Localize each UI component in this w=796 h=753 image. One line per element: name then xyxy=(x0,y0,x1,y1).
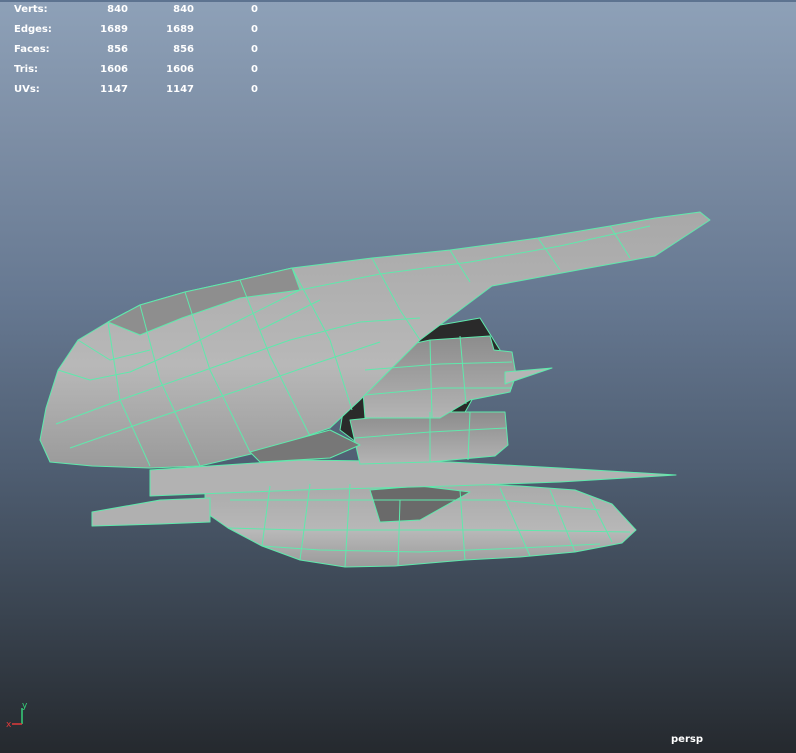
x-axis-label: x xyxy=(6,720,12,730)
axis-gizmo: y x xyxy=(6,701,28,730)
y-axis-label: y xyxy=(22,701,28,711)
mesh-tail-fin xyxy=(91,497,211,527)
wireframe-mesh[interactable] xyxy=(0,0,796,753)
perspective-viewport[interactable]: Verts: 840 840 0 Edges: 1689 1689 0 Face… xyxy=(0,0,796,753)
camera-name-label: persp xyxy=(671,734,703,745)
mesh-lower-thruster xyxy=(349,411,509,465)
